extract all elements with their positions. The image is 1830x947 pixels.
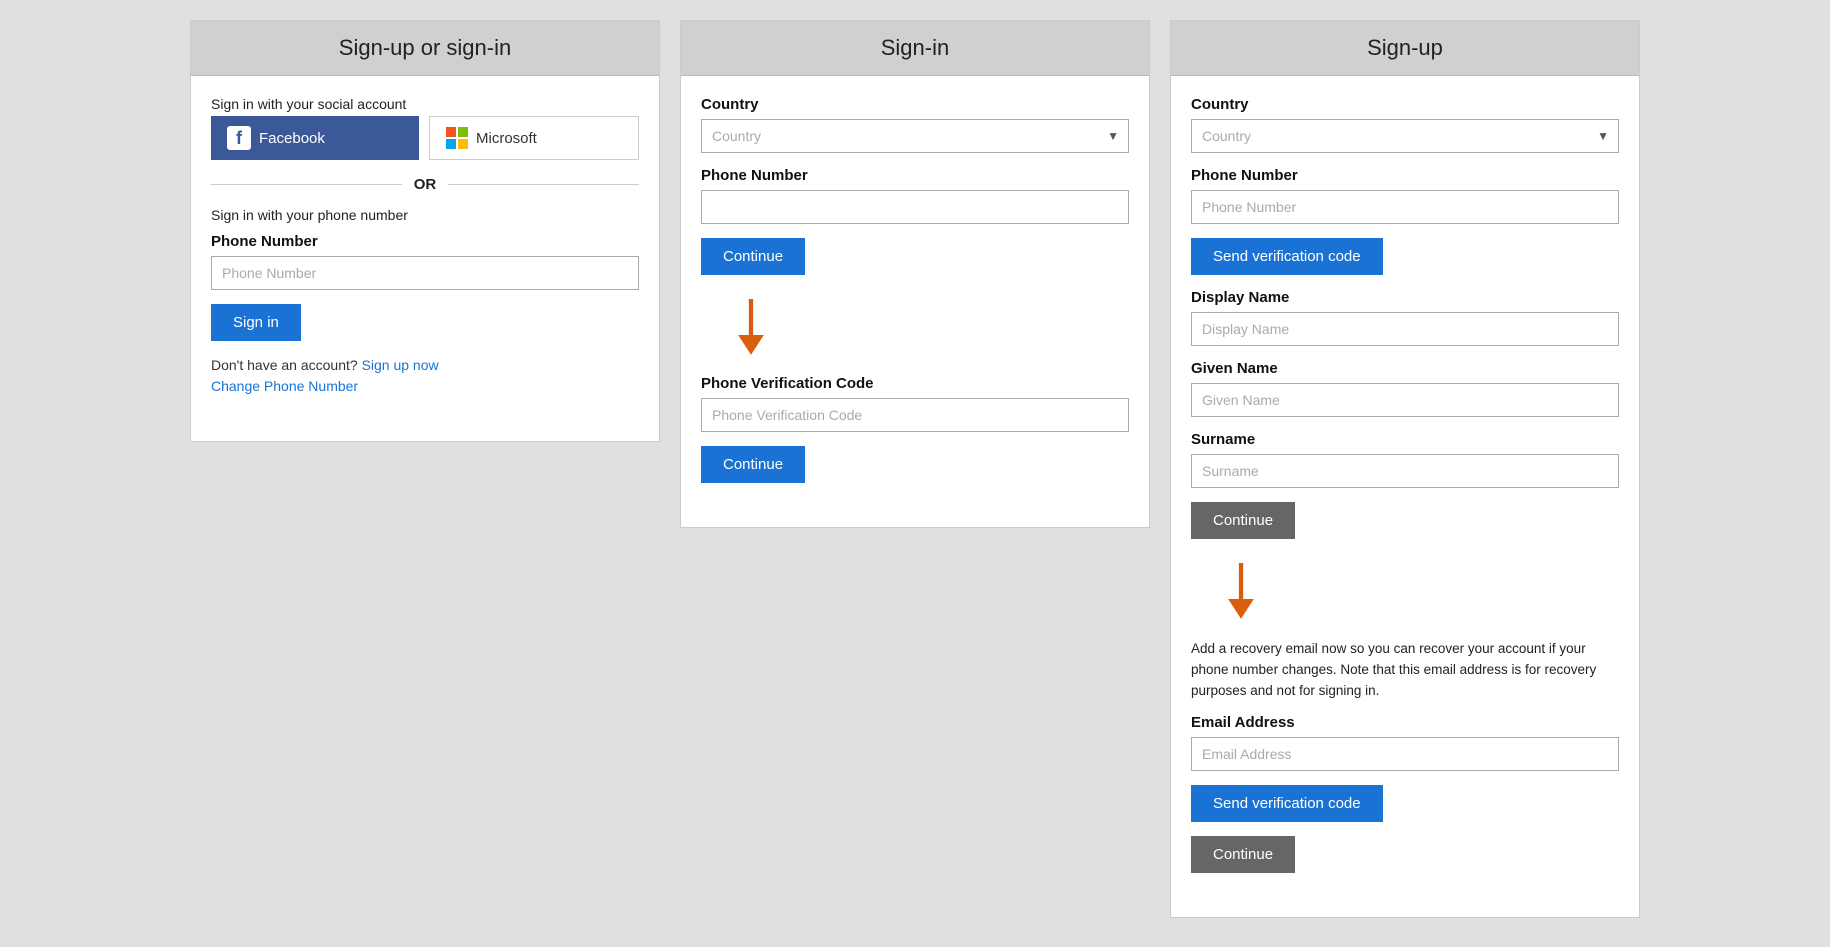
arrow-container2 xyxy=(1191,563,1619,623)
arrow-container1 xyxy=(701,299,1129,359)
arrow-down-icon2 xyxy=(1221,563,1261,623)
no-account-text: Don't have an account? xyxy=(211,357,358,373)
facebook-icon: f xyxy=(227,126,251,150)
change-phone-link[interactable]: Change Phone Number xyxy=(211,378,358,394)
facebook-label: Facebook xyxy=(259,130,325,147)
phone-number-input[interactable] xyxy=(211,256,639,290)
divider-line-right xyxy=(448,184,639,185)
microsoft-icon xyxy=(446,127,468,149)
display-name-input[interactable] xyxy=(1191,312,1619,346)
signup-now-link[interactable]: Sign up now xyxy=(362,357,439,373)
country-label3: Country xyxy=(1191,96,1619,113)
display-name-label: Display Name xyxy=(1191,289,1619,306)
social-buttons: f Facebook Microsoft xyxy=(211,116,639,160)
continue-button2[interactable]: Continue xyxy=(701,446,805,483)
social-title: Sign in with your social account xyxy=(211,96,639,112)
email-address-label: Email Address xyxy=(1191,714,1619,731)
country-select3[interactable]: Country United States United Kingdom Can… xyxy=(1191,119,1619,153)
continue-button1[interactable]: Continue xyxy=(701,238,805,275)
panel-signup-signin: Sign-up or sign-in Sign in with your soc… xyxy=(190,20,660,442)
continue-button4[interactable]: Continue xyxy=(1191,836,1295,873)
verification-code-label: Phone Verification Code xyxy=(701,375,1129,392)
surname-label: Surname xyxy=(1191,431,1619,448)
divider-line-left xyxy=(211,184,402,185)
send-verification-button2[interactable]: Send verification code xyxy=(1191,785,1383,822)
panel1-title: Sign-up or sign-in xyxy=(191,21,659,76)
email-address-input[interactable] xyxy=(1191,737,1619,771)
given-name-input[interactable] xyxy=(1191,383,1619,417)
send-verification-button1[interactable]: Send verification code xyxy=(1191,238,1383,275)
microsoft-label: Microsoft xyxy=(476,130,537,147)
signin-button[interactable]: Sign in xyxy=(211,304,301,341)
country-label: Country xyxy=(701,96,1129,113)
country-select[interactable]: Country United States United Kingdom Can… xyxy=(701,119,1129,153)
panel-signin: Sign-in Country Country United States Un… xyxy=(680,20,1150,528)
panel2-title: Sign-in xyxy=(681,21,1149,76)
facebook-button[interactable]: f Facebook xyxy=(211,116,419,160)
panel3-title: Sign-up xyxy=(1171,21,1639,76)
verification-code-input[interactable] xyxy=(701,398,1129,432)
recovery-text: Add a recovery email now so you can reco… xyxy=(1191,639,1619,702)
continue-button3[interactable]: Continue xyxy=(1191,502,1295,539)
microsoft-button[interactable]: Microsoft xyxy=(429,116,639,160)
phone-signin-title: Sign in with your phone number xyxy=(211,207,639,223)
phone-number-label2: Phone Number xyxy=(701,167,1129,184)
phone-number-input3[interactable] xyxy=(1191,190,1619,224)
phone-number-input2[interactable]: 123456789 xyxy=(701,190,1129,224)
signup-links: Don't have an account? Sign up now Chang… xyxy=(211,355,639,397)
phone-number-label3: Phone Number xyxy=(1191,167,1619,184)
or-divider: OR xyxy=(211,176,639,193)
country-select-wrapper3: Country United States United Kingdom Can… xyxy=(1191,119,1619,153)
divider-text: OR xyxy=(414,176,437,193)
panel-signup: Sign-up Country Country United States Un… xyxy=(1170,20,1640,918)
phone-number-label: Phone Number xyxy=(211,233,639,250)
arrow-down-icon xyxy=(731,299,771,359)
country-select-wrapper: Country United States United Kingdom Can… xyxy=(701,119,1129,153)
given-name-label: Given Name xyxy=(1191,360,1619,377)
surname-input[interactable] xyxy=(1191,454,1619,488)
